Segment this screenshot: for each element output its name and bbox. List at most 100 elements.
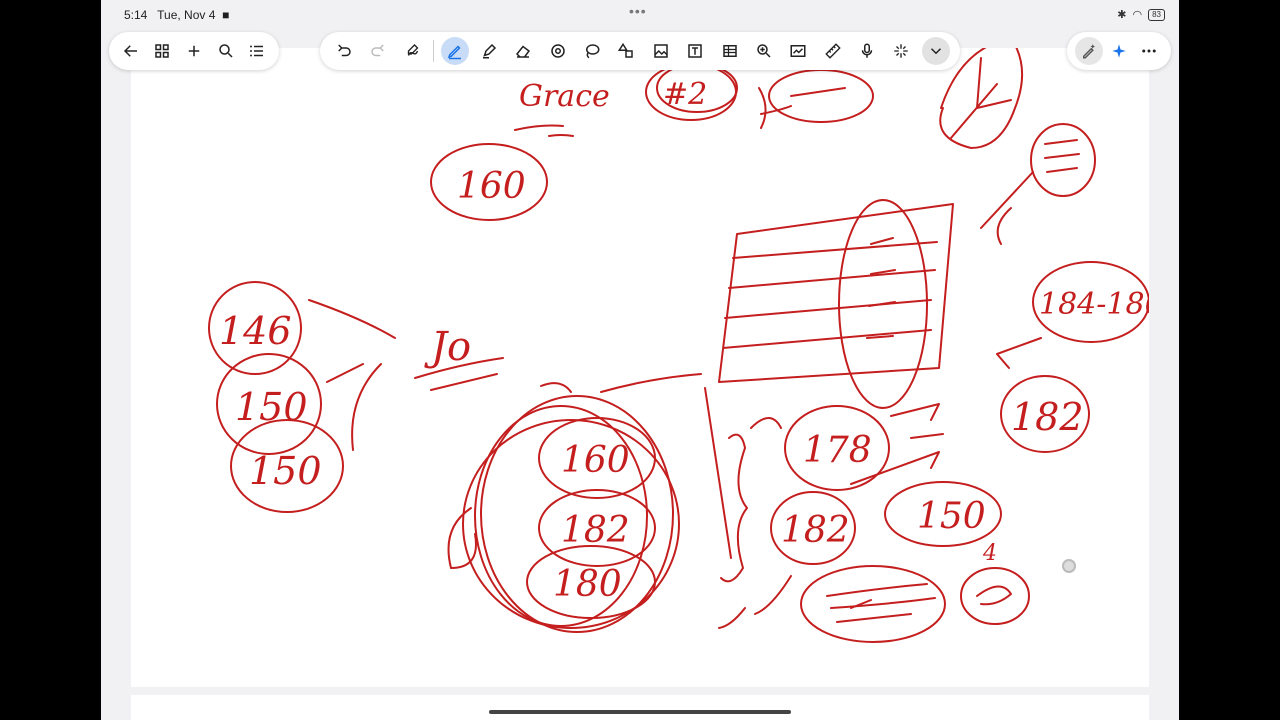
thumbnails-button[interactable] [148, 37, 176, 65]
label-182-right: 182 [1011, 395, 1084, 439]
highlighter-button[interactable] [475, 37, 503, 65]
label-178: 178 [803, 430, 872, 471]
bluetooth-icon: ✱ [1117, 9, 1127, 21]
microphone-icon [861, 43, 873, 58]
dash-circle-stroke [768, 69, 874, 123]
right-toolbar [1067, 32, 1171, 70]
label-150-left: 150 [235, 385, 308, 429]
back-button[interactable] [117, 37, 145, 65]
back-arrow-icon [123, 45, 137, 57]
scribble-lines-stroke [826, 583, 936, 623]
table-icon [722, 45, 737, 57]
status-bar: 5:14 Tue, Nov 4 ■ ••• ✱ ◠ 83 [101, 0, 1179, 30]
collapse-toolbar-button[interactable] [921, 37, 950, 65]
window-handle-icon[interactable]: ••• [629, 3, 647, 19]
pen-icon [447, 45, 461, 60]
magic-pen-icon [1083, 44, 1095, 59]
status-icons: ✱ ◠ 83 [1117, 8, 1165, 21]
sparkle-icon [1112, 44, 1126, 58]
date-text: Tue, Nov 4 [157, 8, 216, 22]
note-page[interactable]: Grace #2 160 146 150 150 Jo 160 182 180 … [131, 48, 1149, 687]
label-four: 4 [982, 541, 997, 566]
image-icon [654, 44, 668, 58]
battery-level: 83 [1152, 9, 1161, 19]
label-150-mid: 150 [917, 496, 986, 537]
stickers-button[interactable] [612, 37, 640, 65]
more-horizontal-icon [1142, 49, 1156, 53]
zoom-in-icon [757, 44, 771, 58]
next-page[interactable] [131, 695, 1149, 720]
tablet-screen: 5:14 Tue, Nov 4 ■ ••• ✱ ◠ 83 Grace #2 16… [101, 0, 1179, 720]
notebook-outline-stroke [718, 203, 954, 383]
laser-pointer-icon [894, 44, 909, 58]
time-text: 5:14 [124, 8, 148, 22]
search-icon [218, 44, 233, 58]
small-circle-inner-stroke [976, 585, 1012, 606]
ruler-icon [824, 43, 841, 59]
highlighter-icon [482, 43, 496, 59]
add-page-button[interactable] [180, 37, 208, 65]
ai-pen-button[interactable] [1075, 37, 1103, 65]
label-160: 160 [561, 440, 630, 481]
handwriting-canvas[interactable]: Grace #2 160 146 150 150 Jo 160 182 180 … [131, 48, 1149, 687]
more-button[interactable] [1135, 37, 1163, 65]
eraser-button[interactable] [509, 37, 537, 65]
eraser-icon [516, 45, 531, 58]
label-160-top: 160 [457, 166, 526, 207]
text-box-icon [688, 44, 702, 58]
ruler-button[interactable] [819, 37, 847, 65]
grace-underline-stroke [514, 124, 574, 137]
dash-stroke [790, 87, 846, 97]
label-182-mid: 182 [781, 510, 850, 551]
label-grace: Grace [519, 79, 610, 114]
label-tag: #2 [663, 77, 707, 112]
label-146: 146 [219, 309, 292, 353]
range-arrow-stroke [996, 337, 1042, 369]
label-jo: Jo [424, 324, 471, 370]
label-150-left-2: 150 [249, 449, 322, 493]
left-connector-stroke [308, 299, 396, 451]
label-range: 184-186 [1039, 287, 1149, 322]
pen-cursor-icon [1062, 559, 1076, 573]
outline-button[interactable] [243, 37, 271, 65]
lasso-icon [586, 44, 600, 59]
image-button[interactable] [647, 37, 675, 65]
right-arrow-stroke [980, 171, 1034, 245]
chevron-down-icon [930, 48, 941, 55]
redo-button[interactable] [364, 37, 392, 65]
label-180: 180 [553, 564, 622, 605]
shapes-icon [618, 42, 634, 58]
assistant-button[interactable] [1105, 37, 1133, 65]
undo-icon [338, 44, 351, 57]
list-icon [250, 45, 264, 57]
battery-icon: 83 [1148, 8, 1165, 21]
lasso-button[interactable] [578, 37, 606, 65]
touch-draw-button[interactable] [399, 37, 427, 65]
laser-pointer-button[interactable] [887, 37, 915, 65]
grid-icon [155, 44, 170, 58]
menu-lines-stroke [1044, 139, 1080, 173]
shapes-button[interactable] [544, 37, 572, 65]
screen-record-icon: ■ [222, 8, 230, 22]
menu-circle-stroke [1030, 123, 1096, 197]
undo-button[interactable] [330, 37, 358, 65]
notebook-arrows-stroke [866, 237, 896, 339]
drawing-icon [790, 45, 806, 57]
search-button[interactable] [212, 37, 240, 65]
shape-recognize-icon [550, 44, 565, 58]
status-time: 5:14 Tue, Nov 4 ■ [124, 8, 229, 22]
pen-tool-button[interactable] [440, 37, 469, 65]
label-182: 182 [561, 510, 630, 551]
hand-pen-icon [407, 44, 419, 56]
wifi-icon: ◠ [1132, 9, 1143, 21]
zoom-button[interactable] [750, 37, 778, 65]
redo-icon [371, 44, 385, 57]
small-circle-stroke [960, 567, 1030, 625]
home-indicator[interactable] [489, 710, 791, 714]
text-button[interactable] [681, 37, 709, 65]
drawing-button[interactable] [784, 37, 812, 65]
plus-icon [188, 45, 200, 57]
voice-button[interactable] [853, 37, 881, 65]
table-button[interactable] [716, 37, 744, 65]
drawing-toolbar [320, 32, 960, 70]
